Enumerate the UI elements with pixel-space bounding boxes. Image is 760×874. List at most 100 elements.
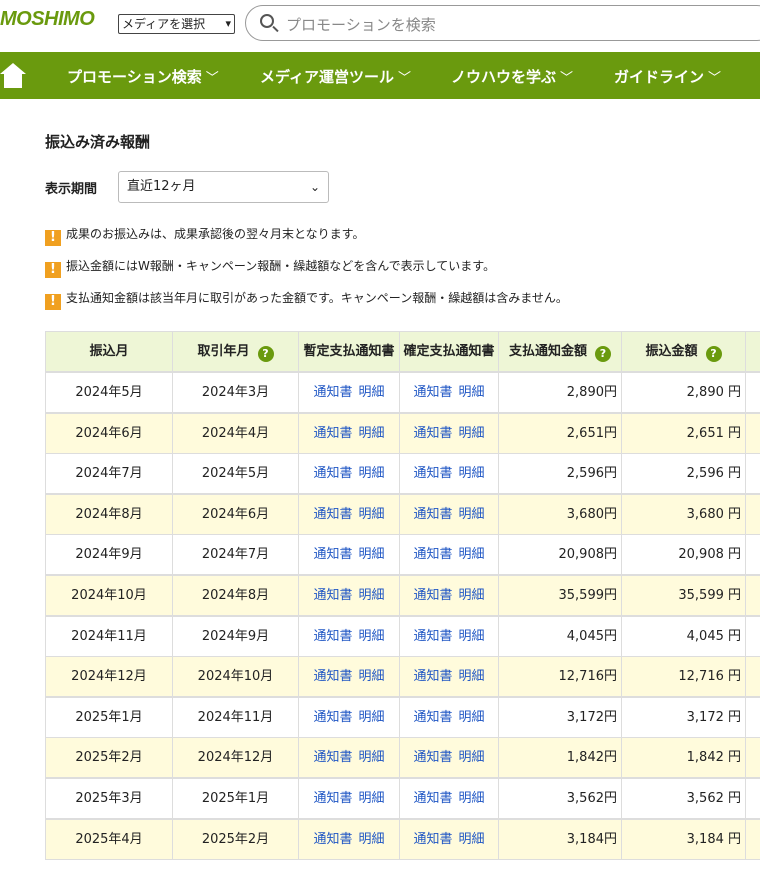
- nav-label: プロモーション検索: [67, 68, 202, 86]
- cell-confirmed-links: 通知書 明細: [399, 575, 499, 616]
- cell-extra: [745, 778, 760, 819]
- cell-pay-month: 2025年4月: [45, 818, 173, 860]
- provisional-detail-link[interactable]: 明細: [359, 750, 385, 765]
- cell-trade-month: 2024年3月: [172, 372, 299, 413]
- confirmed-notice-link[interactable]: 通知書: [413, 385, 452, 400]
- cell-trade-month: 2024年7月: [172, 534, 299, 576]
- confirmed-detail-link[interactable]: 明細: [459, 832, 485, 847]
- cell-extra: [745, 737, 760, 779]
- home-icon[interactable]: [0, 62, 26, 90]
- header-notice-amount: 支払通知金額?: [498, 331, 622, 372]
- confirmed-detail-link[interactable]: 明細: [459, 629, 485, 644]
- nav-label: ガイドライン: [614, 68, 705, 86]
- cell-transfer-amount: 2,890 円: [621, 372, 746, 413]
- confirmed-notice-link[interactable]: 通知書: [413, 588, 452, 603]
- confirmed-detail-link[interactable]: 明細: [459, 507, 485, 522]
- cell-confirmed-links: 通知書 明細: [399, 453, 499, 495]
- notice-text: 支払通知金額は該当年月に取引があった金額です。キャンペーン報酬・繰越額は含みませ…: [66, 291, 568, 305]
- provisional-notice-link[interactable]: 通知書: [313, 588, 352, 603]
- confirmed-notice-link[interactable]: 通知書: [413, 669, 452, 684]
- confirmed-detail-link[interactable]: 明細: [459, 791, 485, 806]
- confirmed-detail-link[interactable]: 明細: [459, 426, 485, 441]
- media-select[interactable]: メディアを選択 ▾: [118, 14, 235, 34]
- confirmed-notice-link[interactable]: 通知書: [413, 547, 452, 562]
- provisional-notice-link[interactable]: 通知書: [313, 669, 352, 684]
- confirmed-notice-link[interactable]: 通知書: [413, 629, 452, 644]
- provisional-detail-link[interactable]: 明細: [359, 669, 385, 684]
- help-icon[interactable]: ?: [257, 346, 274, 362]
- cell-provisional-links: 通知書 明細: [298, 453, 400, 495]
- notice-item: ! 成果のお振込みは、成果承認後の翌々月末となります。: [45, 225, 364, 246]
- provisional-detail-link[interactable]: 明細: [359, 466, 385, 481]
- cell-provisional-links: 通知書 明細: [298, 372, 400, 413]
- provisional-detail-link[interactable]: 明細: [359, 385, 385, 400]
- cell-pay-month: 2024年5月: [45, 372, 173, 413]
- search-input[interactable]: プロモーションを検索: [245, 5, 760, 41]
- cell-pay-month: 2024年8月: [45, 493, 173, 535]
- provisional-detail-link[interactable]: 明細: [359, 629, 385, 644]
- confirmed-detail-link[interactable]: 明細: [459, 750, 485, 765]
- confirmed-notice-link[interactable]: 通知書: [413, 507, 452, 522]
- provisional-notice-link[interactable]: 通知書: [313, 832, 352, 847]
- confirmed-detail-link[interactable]: 明細: [459, 710, 485, 725]
- provisional-detail-link[interactable]: 明細: [359, 588, 385, 603]
- provisional-detail-link[interactable]: 明細: [359, 710, 385, 725]
- confirmed-detail-link[interactable]: 明細: [459, 547, 485, 562]
- confirmed-notice-link[interactable]: 通知書: [413, 791, 452, 806]
- nav-promotion-search[interactable]: プロモーション検索 ﹀: [67, 66, 219, 87]
- provisional-notice-link[interactable]: 通知書: [313, 547, 352, 562]
- confirmed-notice-link[interactable]: 通知書: [413, 832, 452, 847]
- moshimo-logo[interactable]: MOSHIMO: [0, 8, 95, 31]
- chevron-down-icon: ⌄: [309, 180, 320, 194]
- period-select[interactable]: 直近12ヶ月 ⌄: [118, 171, 329, 203]
- nav-knowhow[interactable]: ノウハウを学ぶ ﹀: [451, 66, 573, 87]
- nav-guidelines[interactable]: ガイドライン ﹀: [614, 66, 721, 87]
- cell-extra: [745, 615, 760, 657]
- provisional-detail-link[interactable]: 明細: [359, 791, 385, 806]
- cell-pay-month: 2025年2月: [45, 737, 173, 779]
- provisional-detail-link[interactable]: 明細: [359, 832, 385, 847]
- cell-transfer-amount: 20,908 円: [621, 534, 746, 576]
- main-nav: プロモーション検索 ﹀ メディア運営ツール ﹀ ノウハウを学ぶ ﹀ ガイドライン ﹀: [0, 52, 760, 99]
- cell-trade-month: 2024年11月: [172, 696, 299, 738]
- cell-extra: [745, 575, 760, 616]
- provisional-notice-link[interactable]: 通知書: [313, 385, 352, 400]
- cell-notice-amount: 2,890円: [498, 372, 622, 413]
- cell-confirmed-links: 通知書 明細: [399, 696, 499, 738]
- provisional-notice-link[interactable]: 通知書: [313, 629, 352, 644]
- cell-provisional-links: 通知書 明細: [298, 656, 400, 698]
- cell-notice-amount: 3,680円: [498, 493, 622, 535]
- cell-pay-month: 2024年12月: [45, 656, 173, 698]
- confirmed-detail-link[interactable]: 明細: [459, 466, 485, 481]
- confirmed-notice-link[interactable]: 通知書: [413, 426, 452, 441]
- nav-label: メディア運営ツール: [260, 68, 394, 86]
- cell-pay-month: 2024年7月: [45, 453, 173, 495]
- cell-notice-amount: 3,562円: [498, 778, 622, 819]
- header-pay-month: 振込月: [45, 331, 173, 372]
- confirmed-detail-link[interactable]: 明細: [459, 588, 485, 603]
- provisional-notice-link[interactable]: 通知書: [313, 791, 352, 806]
- cell-extra: [745, 453, 760, 495]
- cell-provisional-links: 通知書 明細: [298, 818, 400, 860]
- media-select-label: メディアを選択: [122, 17, 206, 31]
- confirmed-notice-link[interactable]: 通知書: [413, 710, 452, 725]
- help-icon[interactable]: ?: [705, 346, 722, 362]
- provisional-notice-link[interactable]: 通知書: [313, 507, 352, 522]
- provisional-notice-link[interactable]: 通知書: [313, 750, 352, 765]
- cell-transfer-amount: 12,716 円: [621, 656, 746, 698]
- cell-provisional-links: 通知書 明細: [298, 493, 400, 535]
- provisional-detail-link[interactable]: 明細: [359, 547, 385, 562]
- help-icon[interactable]: ?: [595, 346, 611, 362]
- confirmed-notice-link[interactable]: 通知書: [413, 466, 452, 481]
- provisional-detail-link[interactable]: 明細: [359, 426, 385, 441]
- confirmed-detail-link[interactable]: 明細: [459, 669, 485, 684]
- top-header: MOSHIMO メディアを選択 ▾ プロモーションを検索: [0, 0, 760, 52]
- provisional-notice-link[interactable]: 通知書: [313, 426, 352, 441]
- provisional-notice-link[interactable]: 通知書: [313, 710, 352, 725]
- nav-media-tools[interactable]: メディア運営ツール ﹀: [260, 66, 411, 87]
- provisional-notice-link[interactable]: 通知書: [313, 466, 352, 481]
- cell-notice-amount: 4,045円: [498, 615, 622, 657]
- confirmed-detail-link[interactable]: 明細: [459, 385, 485, 400]
- confirmed-notice-link[interactable]: 通知書: [413, 750, 452, 765]
- provisional-detail-link[interactable]: 明細: [359, 507, 385, 522]
